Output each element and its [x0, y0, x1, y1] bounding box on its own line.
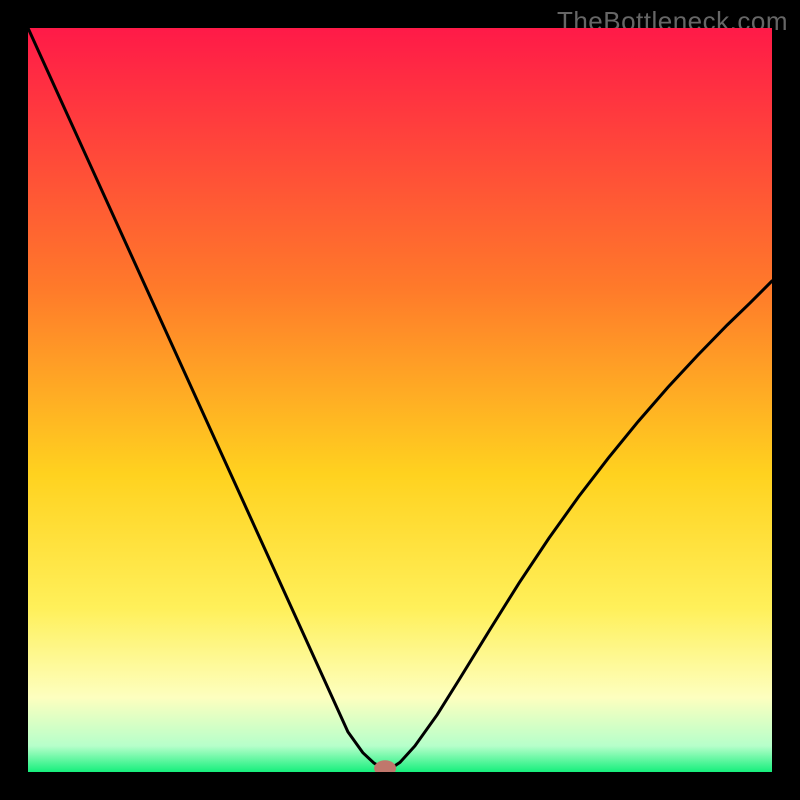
bottleneck-chart [28, 28, 772, 772]
gradient-background [28, 28, 772, 772]
chart-frame: TheBottleneck.com [0, 0, 800, 800]
